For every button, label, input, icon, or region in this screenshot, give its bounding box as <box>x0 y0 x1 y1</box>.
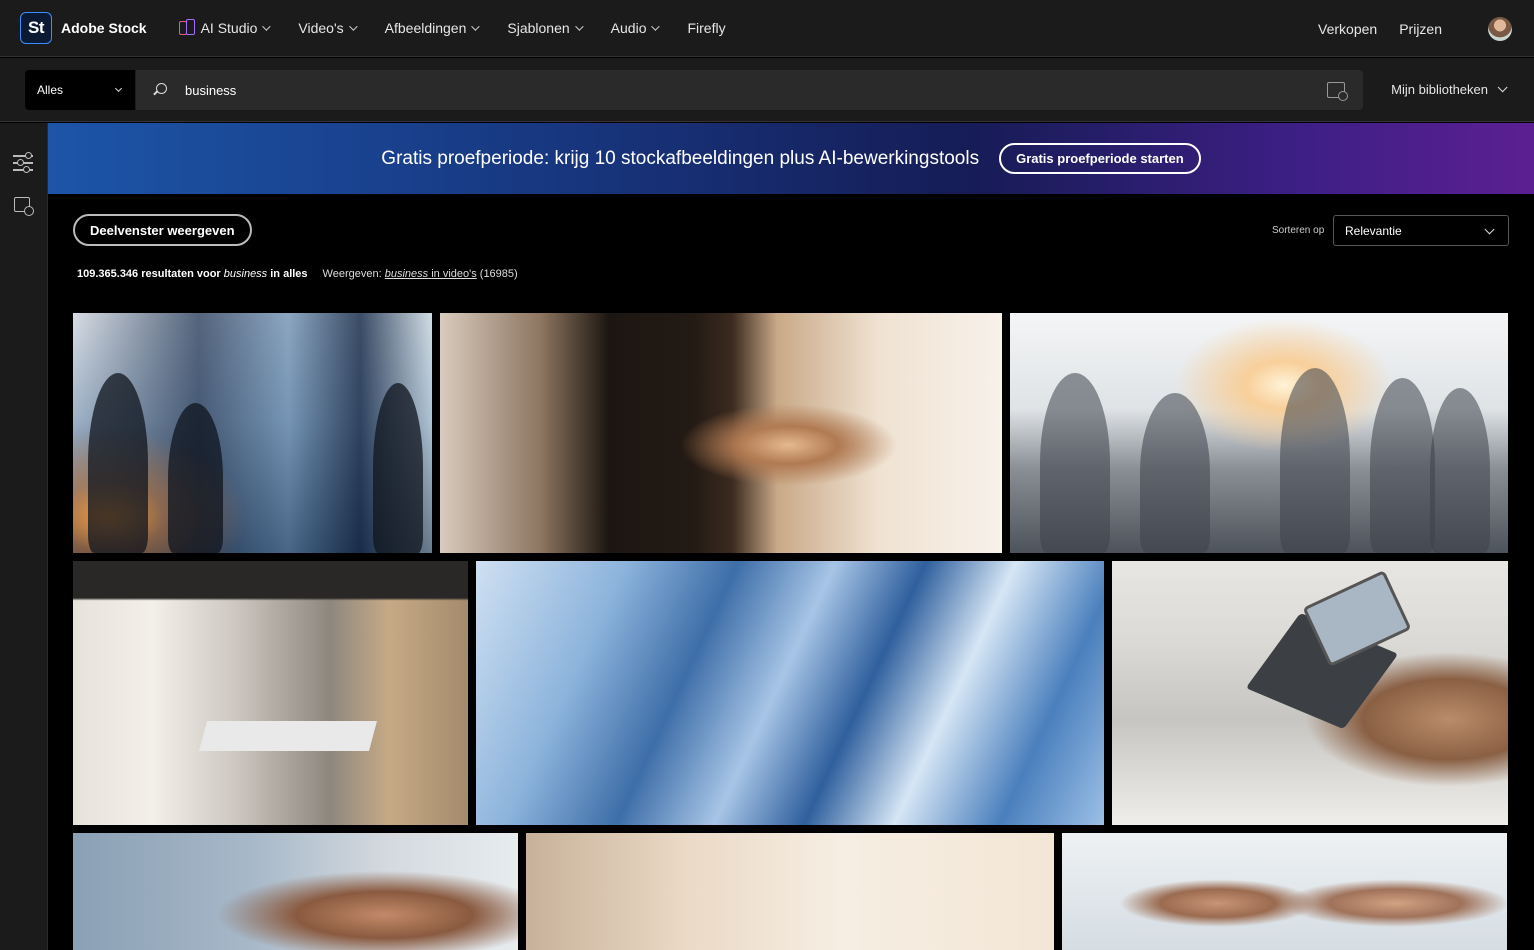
result-thumbnail[interactable] <box>1010 313 1508 553</box>
nav-videos-label: Video's <box>298 20 344 36</box>
chevron-down-icon <box>262 22 272 31</box>
stock-logo-badge: St <box>20 12 52 44</box>
view-count: (16985) <box>479 268 518 280</box>
chevron-down-icon <box>1497 82 1508 93</box>
start-trial-button[interactable]: Gratis proefperiode starten <box>999 143 1201 174</box>
result-thumbnail[interactable] <box>440 313 1002 553</box>
silhouette <box>1370 378 1435 553</box>
silhouette <box>1040 373 1110 553</box>
nav-firefly-label: Firefly <box>687 20 726 36</box>
silhouette <box>1280 368 1350 553</box>
nav-audio[interactable]: Audio <box>610 20 661 36</box>
nav-firefly[interactable]: Firefly <box>687 20 725 36</box>
chevron-down-icon <box>348 22 358 31</box>
result-thumbnail[interactable] <box>526 833 1054 950</box>
ai-studio-icon <box>178 19 197 37</box>
result-thumbnail[interactable] <box>476 561 1104 825</box>
results-count-text: 109.365.346 resultaten voor <box>77 268 221 280</box>
silhouette <box>373 383 423 553</box>
silhouette <box>1140 393 1210 553</box>
view-suffix: in video's <box>431 268 477 280</box>
silhouette <box>168 403 223 553</box>
chevron-down-icon <box>574 22 584 31</box>
chevron-down-icon <box>1484 224 1495 235</box>
sell-link[interactable]: Verkopen <box>1318 21 1377 37</box>
table-shape <box>198 721 378 751</box>
result-thumbnail[interactable] <box>1112 561 1508 825</box>
my-libraries-label: Mijn bibliotheken <box>1391 82 1488 97</box>
nav-templates[interactable]: Sjablonen <box>507 20 584 36</box>
chevron-down-icon <box>114 84 123 93</box>
video-results-link[interactable]: business in video's <box>385 268 477 280</box>
main-menu: AI Studio Video's Afbeeldingen Sjablonen… <box>178 19 756 37</box>
result-thumbnail[interactable] <box>1062 833 1507 950</box>
visual-search-icon[interactable] <box>14 197 34 216</box>
filters-icon[interactable] <box>13 152 33 172</box>
search-input[interactable] <box>185 70 1285 110</box>
sort-select[interactable]: Relevantie <box>1333 215 1509 246</box>
silhouette <box>88 373 148 553</box>
visual-search-icon[interactable] <box>1327 82 1348 101</box>
top-navigation: St Adobe Stock AI Studio Video's Afbeeld… <box>0 0 1534 57</box>
show-panel-button[interactable]: Deelvenster weergeven <box>73 214 252 246</box>
search-bar: Alles Mijn bibliotheken <box>0 58 1534 122</box>
promo-banner: Gratis proefperiode: krijg 10 stockafbee… <box>48 123 1534 194</box>
avatar[interactable] <box>1488 16 1512 41</box>
nav-ai-studio-label: AI Studio <box>200 20 258 36</box>
sort-label: Sorteren op <box>1272 225 1325 236</box>
results-scope: in alles <box>270 268 308 280</box>
view-term: business <box>384 268 429 280</box>
adobe-stock-logo[interactable]: St Adobe Stock <box>20 12 147 44</box>
chevron-down-icon <box>471 22 481 31</box>
nav-templates-label: Sjablonen <box>507 20 570 36</box>
brand-name: Adobe Stock <box>61 20 147 36</box>
results-summary: 109.365.346 resultaten voor business in … <box>77 268 518 280</box>
alternate-view: Weergeven: business in video's (16985) <box>323 268 518 280</box>
search-scope-value: Alles <box>37 83 64 97</box>
sort-value: Relevantie <box>1345 223 1402 238</box>
results-count: 109.365.346 resultaten voor business in … <box>77 268 308 280</box>
silhouette <box>1430 388 1490 553</box>
search-box <box>136 70 1363 110</box>
my-libraries-dropdown[interactable]: Mijn bibliotheken <box>1391 82 1508 97</box>
nav-ai-studio[interactable]: AI Studio <box>178 19 272 37</box>
promo-text: Gratis proefperiode: krijg 10 stockafbee… <box>381 147 980 169</box>
search-icon <box>156 83 167 94</box>
results-term: business <box>223 268 268 280</box>
result-thumbnail[interactable] <box>73 833 518 950</box>
result-thumbnail[interactable] <box>73 313 432 553</box>
nav-images-label: Afbeeldingen <box>384 20 467 36</box>
chevron-down-icon <box>651 22 661 31</box>
search-scope-select[interactable]: Alles <box>25 70 135 110</box>
nav-images[interactable]: Afbeeldingen <box>384 20 481 36</box>
pricing-link[interactable]: Prijzen <box>1399 21 1442 37</box>
nav-audio-label: Audio <box>610 20 647 36</box>
left-sidebar <box>0 123 48 950</box>
view-prefix: Weergeven: <box>322 268 382 280</box>
nav-videos[interactable]: Video's <box>298 20 358 36</box>
result-thumbnail[interactable] <box>73 561 468 825</box>
account-area: Verkopen Prijzen <box>1318 0 1534 57</box>
